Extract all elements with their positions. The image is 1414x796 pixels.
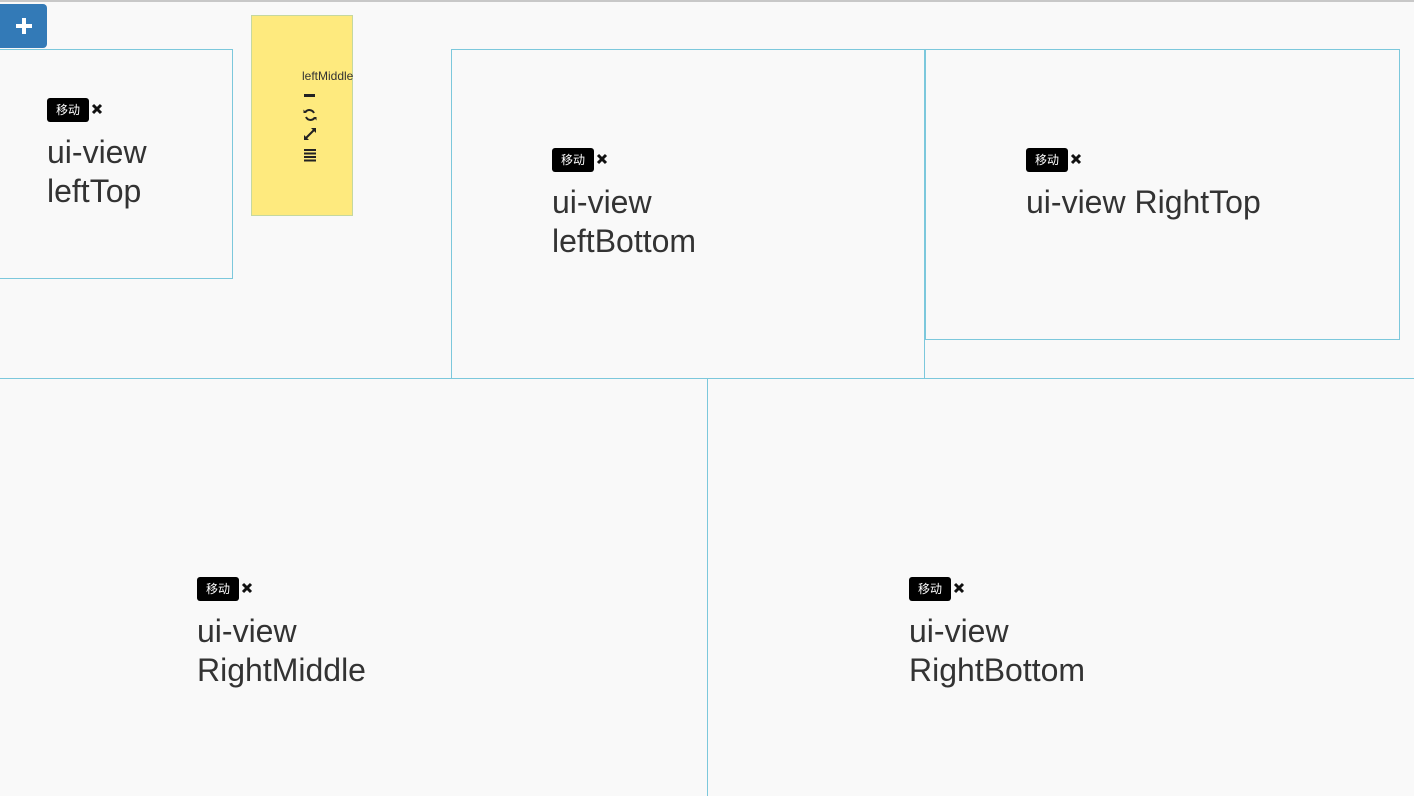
expand-icon[interactable]	[303, 127, 317, 141]
view-title: ui-view leftBottom	[552, 184, 697, 259]
plus-icon	[15, 18, 32, 34]
view-title: ui-view leftTop	[47, 134, 147, 209]
widget-leftmiddle[interactable]: leftMiddle	[251, 15, 353, 216]
panel-leftbottom: 移动 ui-view leftBottom	[451, 49, 925, 379]
close-icon[interactable]	[91, 103, 103, 115]
panel-righttop: 移动 ui-view RightTop	[925, 49, 1400, 340]
panel-lefttop: 移动 ui-view leftTop	[0, 49, 233, 279]
view-title: ui-view RightBottom	[909, 613, 1086, 688]
minus-icon[interactable]	[303, 89, 317, 103]
widget-title: leftMiddle	[302, 69, 354, 83]
move-button[interactable]: 移动	[552, 148, 595, 172]
top-border-line	[0, 0, 1414, 2]
add-view-button[interactable]	[0, 4, 47, 48]
move-button[interactable]: 移动	[1026, 148, 1069, 172]
panel-rightbottom: 移动 ui-view RightBottom	[708, 379, 1414, 796]
list-icon[interactable]	[303, 148, 317, 162]
move-button[interactable]: 移动	[909, 577, 952, 601]
close-icon[interactable]	[596, 153, 608, 165]
view-title: ui-view RightMiddle	[197, 613, 366, 688]
move-button[interactable]: 移动	[197, 577, 240, 601]
view-title: ui-view RightTop	[1026, 184, 1261, 220]
close-icon[interactable]	[241, 582, 253, 594]
move-button[interactable]: 移动	[47, 98, 90, 122]
panel-rightmiddle: 移动 ui-view RightMiddle	[0, 379, 707, 796]
close-icon[interactable]	[1070, 153, 1082, 165]
refresh-icon[interactable]	[303, 108, 317, 122]
close-icon[interactable]	[953, 582, 965, 594]
